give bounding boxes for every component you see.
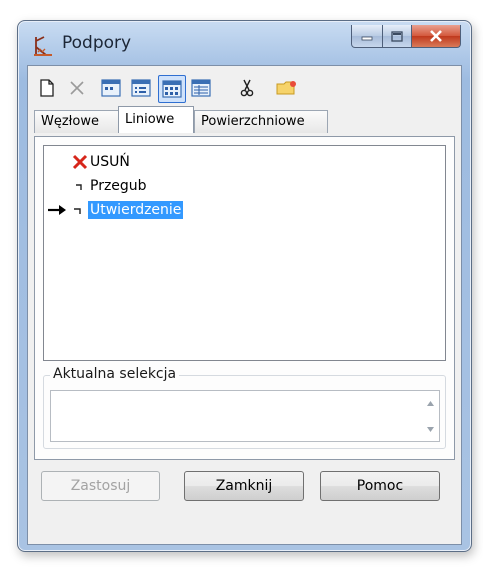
apply-button[interactable]: Zastosuj — [41, 471, 160, 501]
tab-powierzchniowe[interactable]: Powierzchniowe — [194, 110, 328, 133]
tab-liniowe[interactable]: Liniowe — [118, 106, 194, 133]
hinge-support-icon — [76, 184, 82, 190]
view-list-button[interactable] — [128, 75, 154, 101]
caption-buttons — [351, 25, 461, 48]
folder-button[interactable] — [274, 75, 300, 101]
tab-wezlowe[interactable]: Węzłowe — [34, 110, 124, 133]
minimize-icon — [361, 36, 373, 41]
minimize-button[interactable] — [351, 25, 383, 48]
supports-app-icon — [34, 36, 52, 56]
maximize-icon — [391, 30, 403, 42]
new-file-icon — [40, 79, 54, 97]
maximize-button[interactable] — [383, 25, 412, 48]
title-bar[interactable]: Podpory — [18, 21, 471, 65]
fixed-support-icon — [74, 208, 81, 214]
view-small-icons-button[interactable] — [98, 75, 124, 101]
folder-icon — [276, 81, 296, 95]
scroll-arrows-icon — [427, 401, 434, 432]
current-selection-group: Aktualna selekcja — [43, 366, 446, 449]
supports-tree[interactable]: USUŃ Przegub Utwierdzenie — [43, 145, 446, 361]
help-button[interactable]: Pomoc — [320, 471, 440, 501]
dialog-buttons: Zastosuj Zamknij Pomoc — [28, 471, 461, 511]
current-selection-field[interactable] — [50, 390, 440, 442]
tree-item-usun[interactable]: USUŃ — [72, 152, 132, 172]
close-icon — [430, 30, 442, 42]
supports-window: Podpory Węzłowe Liniowe Powierzchniowe U… — [17, 20, 472, 552]
window-title: Podpory — [62, 33, 132, 53]
red-x-icon — [72, 154, 88, 170]
new-button[interactable] — [34, 75, 60, 101]
view-large-icons-button[interactable] — [158, 75, 186, 103]
arrow-right-icon — [48, 205, 66, 215]
view-list-icon — [131, 79, 151, 97]
delete-icon — [70, 81, 84, 95]
tree-item-label: USUŃ — [90, 154, 130, 170]
tree-item-label: Przegub — [90, 178, 147, 194]
cut-icon — [240, 79, 254, 97]
selection-scrollbar[interactable] — [422, 391, 439, 441]
dialog-client-area: Węzłowe Liniowe Powierzchniowe USUŃ Prze… — [27, 65, 462, 545]
tree-item-label: Utwierdzenie — [88, 201, 184, 219]
cut-button[interactable] — [234, 75, 260, 101]
toolbar — [34, 72, 454, 104]
tree-item-utwierdzenie[interactable]: Utwierdzenie — [46, 200, 184, 220]
current-selection-title: Aktualna selekcja — [50, 366, 180, 382]
view-small-icons-icon — [101, 79, 121, 97]
view-details-icon — [191, 79, 211, 97]
tree-item-przegub[interactable]: Przegub — [72, 176, 149, 196]
view-details-button[interactable] — [188, 75, 214, 101]
tab-panel-liniowe: USUŃ Przegub Utwierdzenie Aktualna selek… — [34, 136, 455, 460]
view-large-icons-icon — [162, 80, 182, 98]
close-window-button[interactable] — [412, 25, 461, 48]
close-button[interactable]: Zamknij — [184, 471, 304, 501]
delete-button[interactable] — [64, 75, 90, 101]
